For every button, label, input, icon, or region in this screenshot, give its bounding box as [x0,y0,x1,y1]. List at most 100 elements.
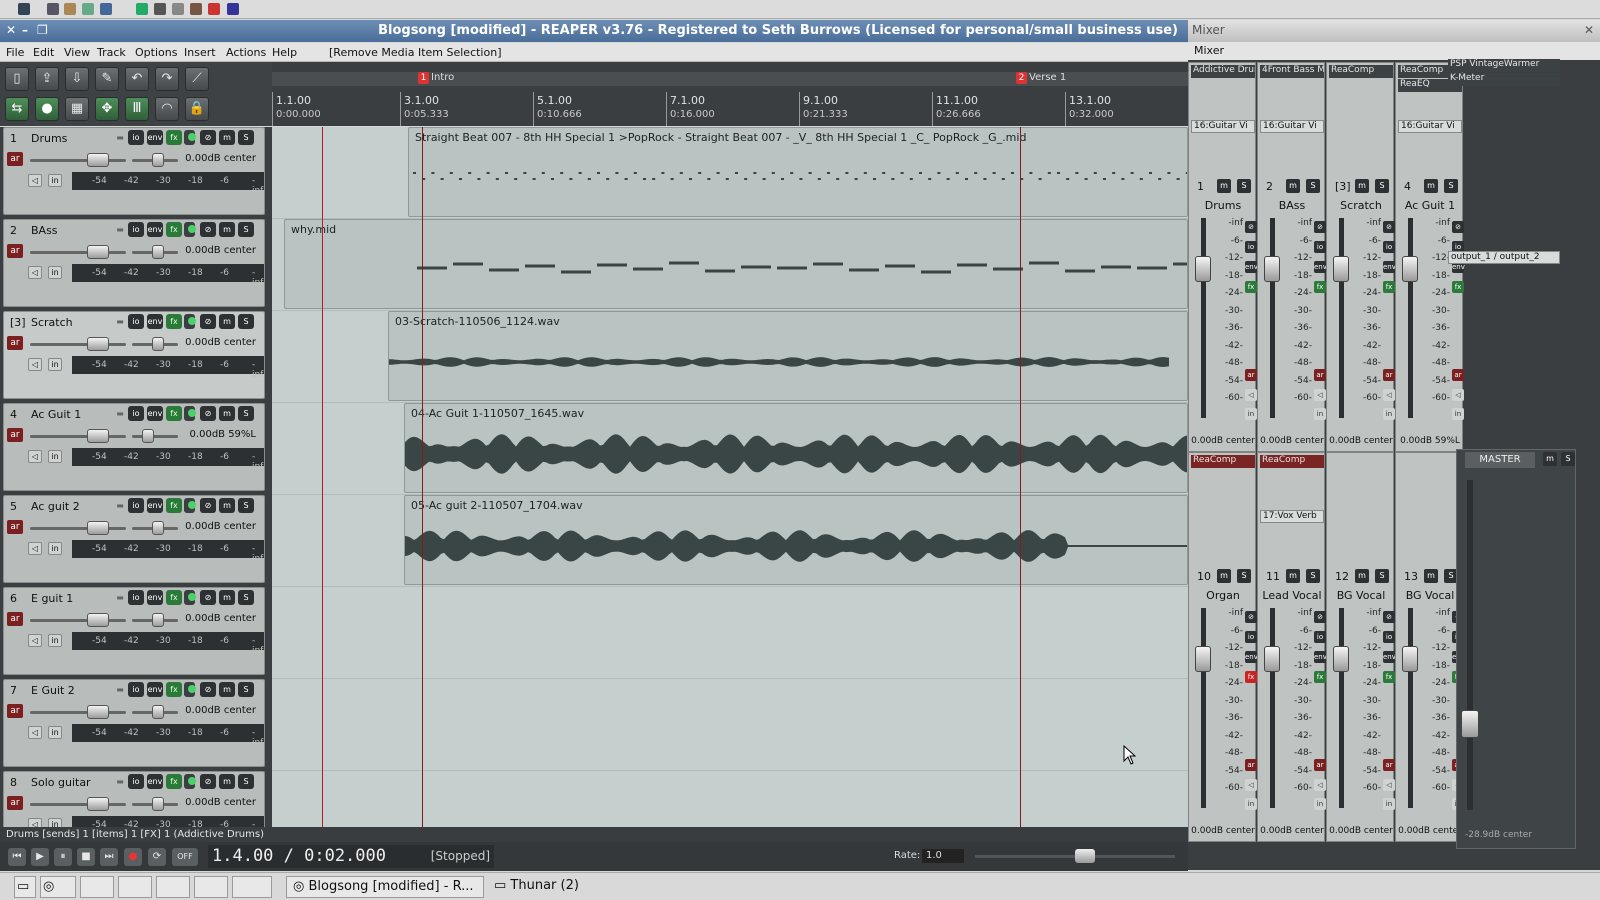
fader-knob[interactable] [1195,256,1211,282]
workspace-button[interactable] [232,876,272,898]
input-monitor-icon[interactable]: ◁ [28,174,42,187]
phase-icon[interactable]: ⊘ [1314,221,1326,233]
workspace-button[interactable] [194,876,228,898]
menu-insert[interactable]: Insert [184,46,216,59]
input-monitor-icon[interactable]: ◁ [1314,779,1326,791]
pan-knob[interactable] [152,337,164,351]
envelope-tool-icon[interactable]: ⟋ [185,67,209,91]
timeline-ruler[interactable]: 1 Intro 2 Verse 1 1.1.00 3.1.00 5.1.00 7.1… [272,62,1188,126]
solo-button[interactable]: S [1237,569,1251,583]
pan-knob[interactable] [152,705,164,719]
input-monitor-icon[interactable]: ◁ [1383,779,1395,791]
volume-knob[interactable] [87,705,109,719]
folder-icon[interactable]: ▬ [112,314,128,329]
volume-slider[interactable] [30,803,126,806]
terminal-icon[interactable] [47,3,59,15]
menu-file[interactable]: File [6,46,24,59]
menu-actions[interactable]: Actions [226,46,266,59]
track-header[interactable]: 2 BAss ▬ io env fx ⊘ m Sar 0.00dB center ◁ in -54 -42… [3,219,265,307]
automation-button[interactable]: ar [7,704,23,718]
time-display[interactable]: 1.4.00 / 0:02.000 [Stopped] [208,845,494,868]
input-button[interactable]: in [48,358,62,371]
mute-button[interactable]: m [1217,179,1231,193]
audio-icon[interactable] [100,3,112,15]
pan-knob[interactable] [152,521,164,535]
mute-button[interactable]: m [219,406,235,421]
track-name[interactable]: Ac Guit 1 [31,408,81,421]
fader-knob[interactable] [1264,256,1280,282]
preferences-icon[interactable]: ✎ [95,67,119,91]
input-button[interactable]: in [1383,408,1395,420]
input-button[interactable]: in [48,726,62,739]
fader-knob[interactable] [1402,646,1418,672]
input-button[interactable]: in [1245,408,1257,420]
folder-icon[interactable]: ▬ [112,590,128,605]
media-item-acguit1[interactable]: 04-Ac Guit 1-110507_1645.wav [404,403,1188,493]
app-icon[interactable] [208,3,220,15]
folder-icon[interactable]: ▬ [112,130,128,145]
fx-slot[interactable]: Addictive Drum [1191,65,1255,78]
workspace-button[interactable] [118,876,152,898]
track-name[interactable]: Ac guit 2 [31,500,80,513]
menu-edit[interactable]: Edit [33,46,54,59]
folder-icon[interactable]: ▬ [112,498,128,513]
io-button[interactable]: io [1314,241,1326,253]
input-monitor-icon[interactable]: ◁ [28,266,42,279]
track-header[interactable]: [3] Scratch ▬ io env fx ⊘ m Sar 0.00dB center ◁ in -… [3,311,265,399]
phase-icon[interactable]: ⊘ [1245,221,1257,233]
volume-slider[interactable] [30,343,126,346]
io-button[interactable]: io [1314,631,1326,643]
fx-slot[interactable]: ReaComp [1329,65,1393,78]
volume-slider[interactable] [30,251,126,254]
grid-icon[interactable]: ▦ [65,97,89,121]
input-button[interactable]: in [48,174,62,187]
env-button[interactable]: env [1383,261,1396,273]
phase-icon[interactable]: ⊘ [200,774,216,789]
volume-knob[interactable] [87,521,109,535]
automation-button[interactable]: ar [7,244,23,258]
automation-button[interactable]: ar [1383,369,1395,381]
master-solo-button[interactable]: S [1561,452,1575,466]
automation-button[interactable]: ar [7,152,23,166]
io-button[interactable]: io [1383,241,1395,253]
pause-icon[interactable]: ⏸ [54,848,72,866]
automation-button[interactable]: ar [1383,759,1395,771]
env-button[interactable]: env [1314,261,1327,273]
input-button[interactable]: in [1383,798,1395,810]
folder-icon[interactable]: ▬ [112,682,128,697]
track-name[interactable]: BAss [31,224,58,237]
solo-button[interactable]: S [1237,179,1251,193]
env-button[interactable]: env [147,406,163,421]
automation-button[interactable]: ar [7,612,23,626]
env-button[interactable]: env [147,774,163,789]
io-button[interactable]: io [128,682,144,697]
save-project-icon[interactable]: ⇩ [65,67,89,91]
disk-icon[interactable] [172,3,184,15]
fader-knob[interactable] [1195,646,1211,672]
track-header[interactable]: 7 E Guit 2 ▬ io env fx ⊘ m Sar 0.00dB center ◁ in -5… [3,679,265,767]
master-mute-button[interactable]: m [1543,452,1557,466]
automation-button[interactable]: ar [7,520,23,534]
phase-icon[interactable]: ⊘ [1245,611,1257,623]
fx-button[interactable]: fx [1383,281,1395,293]
track-name[interactable]: E Guit 2 [31,684,75,697]
phase-icon[interactable]: ⊘ [1383,221,1395,233]
repeat-icon[interactable]: ⟳ [148,848,166,866]
folder-icon[interactable]: ▭ [14,876,36,898]
track-name[interactable]: Drums [31,132,67,145]
go-start-icon[interactable]: ⏮ [8,848,26,866]
media-item-acguit2[interactable]: 05-Ac guit 2-110507_1704.wav [404,495,1188,585]
marker-verse[interactable]: 2 Verse 1 [1016,72,1066,84]
fx-button[interactable]: fx [166,498,182,513]
master-fx-slot[interactable]: K-Meter [1448,73,1560,86]
menu-help[interactable]: Help [272,46,297,59]
input-button[interactable]: in [1314,798,1326,810]
env-button[interactable]: env [147,130,163,145]
env-button[interactable]: env [1245,651,1258,663]
send-box[interactable]: 16:Guitar Vi [1260,120,1324,133]
env-button[interactable]: env [147,590,163,605]
media-item-bass[interactable]: why.mid [284,219,1188,309]
browser-icon[interactable] [82,3,94,15]
record-icon[interactable]: ● [124,848,142,866]
item-grouping-icon[interactable]: ● [35,97,59,121]
